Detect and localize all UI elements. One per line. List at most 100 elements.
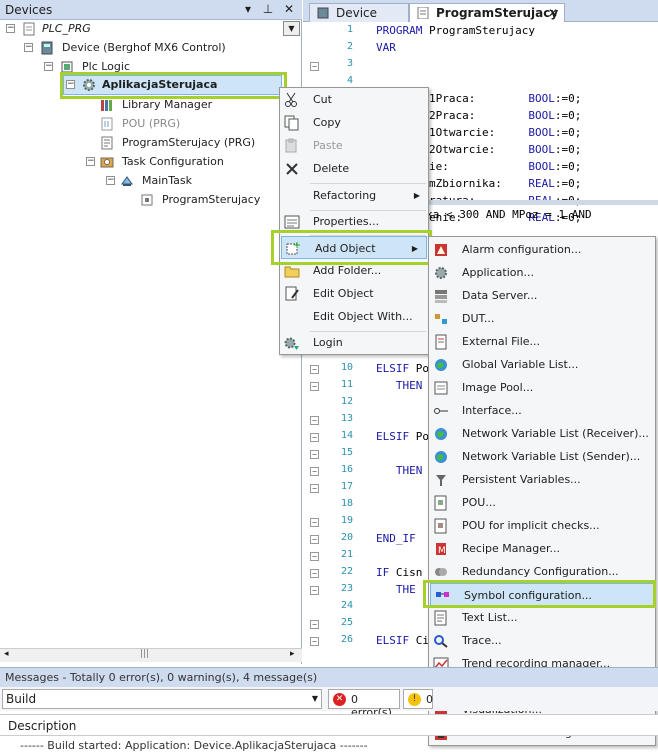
errors-filter-button[interactable]: ✕ 0 error(s) bbox=[328, 689, 400, 719]
fold-toggle-icon[interactable]: − bbox=[310, 535, 319, 544]
menu-label: Text List... bbox=[462, 611, 518, 624]
tree-item-program-call[interactable]: ProgramSterujacy bbox=[140, 191, 290, 209]
warning-icon: ! bbox=[408, 693, 421, 706]
tree-item-device[interactable]: − Device (Berghof MX6 Control) bbox=[22, 39, 282, 57]
messages-column-header: Description bbox=[0, 714, 658, 736]
tab-device[interactable]: Device bbox=[309, 3, 409, 22]
menu-label: Global Variable List... bbox=[462, 358, 579, 371]
program-icon bbox=[100, 136, 114, 150]
submenu-item-data-server[interactable]: Data Server... bbox=[429, 284, 655, 307]
properties-icon bbox=[284, 214, 300, 230]
context-menu: Cut Copy Paste Delete Refactoring ▶ Prop… bbox=[279, 87, 429, 355]
tree-item-main-task[interactable]: − MainTask bbox=[104, 172, 284, 190]
fold-toggle-icon[interactable]: − bbox=[310, 382, 319, 391]
menu-label: Network Variable List (Sender)... bbox=[462, 450, 641, 463]
tree-label: ProgramSterujacy (PRG) bbox=[122, 136, 256, 149]
message-category-select[interactable]: Build ▼ bbox=[2, 689, 322, 709]
highlight-frame-application bbox=[60, 72, 287, 99]
persistent-icon bbox=[433, 472, 449, 488]
scroll-right-icon[interactable]: ▸ bbox=[290, 649, 295, 659]
menu-label: Recipe Manager... bbox=[462, 542, 560, 555]
menu-item-delete[interactable]: Delete bbox=[280, 157, 428, 180]
scroll-left-icon[interactable]: ◂ bbox=[4, 649, 9, 659]
fold-toggle-icon[interactable]: − bbox=[310, 637, 319, 646]
tree-item-plc-prg[interactable]: − PLC_PRG bbox=[4, 20, 264, 38]
menu-label: Persistent Variables... bbox=[462, 473, 581, 486]
line-number: 18 bbox=[340, 498, 353, 509]
submenu-item-image-pool[interactable]: Image Pool... bbox=[429, 376, 655, 399]
submenu-item-alarm-configuration[interactable]: Alarm configuration... bbox=[429, 238, 655, 261]
fold-toggle-icon[interactable]: − bbox=[310, 450, 319, 459]
menu-item-cut[interactable]: Cut bbox=[280, 88, 428, 111]
recipe-icon: M bbox=[433, 541, 449, 557]
redundancy-icon bbox=[433, 564, 449, 580]
fold-toggle-icon[interactable]: − bbox=[310, 620, 319, 629]
devices-horizontal-scrollbar[interactable]: ◂ ||| ▸ bbox=[0, 648, 302, 662]
devices-panel-title-bar: Devices ▾ ⊥ ✕ bbox=[0, 0, 302, 20]
dropdown-arrow-icon[interactable]: ▾ bbox=[241, 2, 255, 16]
tree-label: Library Manager bbox=[122, 98, 213, 111]
scroll-grip-icon[interactable]: ||| bbox=[140, 649, 149, 659]
menu-item-refactoring[interactable]: Refactoring ▶ bbox=[280, 184, 428, 207]
menu-label: Paste bbox=[313, 139, 343, 152]
warnings-filter-button[interactable]: ! 0 bbox=[403, 689, 433, 709]
pin-icon[interactable]: ⊥ bbox=[261, 2, 275, 16]
tree-item-library-manager[interactable]: Library Manager bbox=[100, 96, 280, 114]
messages-title-bar: Messages - Totally 0 error(s), 0 warning… bbox=[0, 667, 658, 687]
submenu-item-dut[interactable]: DUT... bbox=[429, 307, 655, 330]
submenu-item-trace[interactable]: Trace... bbox=[429, 629, 655, 652]
code-line: THEN bbox=[395, 379, 423, 392]
menu-item-edit-object[interactable]: Edit Object bbox=[280, 282, 428, 305]
fold-toggle-icon[interactable]: − bbox=[310, 365, 319, 374]
submenu-item-text-list[interactable]: Text List... bbox=[429, 606, 655, 629]
fold-toggle-icon[interactable]: − bbox=[310, 552, 319, 561]
tree-item-program-sterujacy-prg[interactable]: ProgramSterujacy (PRG) bbox=[100, 134, 300, 152]
fold-toggle-icon[interactable]: − bbox=[310, 416, 319, 425]
fold-toggle-icon[interactable]: − bbox=[310, 518, 319, 527]
submenu-item-pou[interactable]: POU... bbox=[429, 491, 655, 514]
submenu-item-persistent-variables[interactable]: Persistent Variables... bbox=[429, 468, 655, 491]
devices-combo-arrow[interactable]: ▼ bbox=[283, 21, 300, 36]
fold-toggle-icon[interactable]: − bbox=[310, 569, 319, 578]
submenu-item-global-variable-list[interactable]: Global Variable List... bbox=[429, 353, 655, 376]
code-line: PROGRAM ProgramSterujacy bbox=[376, 24, 535, 37]
menu-label: Login bbox=[313, 336, 343, 349]
submenu-item-network-variable-list-receiver[interactable]: Network Variable List (Receiver)... bbox=[429, 422, 655, 445]
fold-toggle-icon[interactable]: − bbox=[310, 433, 319, 442]
project-icon bbox=[22, 22, 36, 36]
menu-item-login[interactable]: Login bbox=[280, 331, 428, 354]
tab-program-sterujacy[interactable]: ProgramSterujacy ✕ bbox=[409, 3, 565, 22]
menu-label: Refactoring bbox=[313, 189, 377, 202]
fold-toggle-icon[interactable]: − bbox=[310, 62, 319, 71]
fold-toggle-icon[interactable]: − bbox=[310, 586, 319, 595]
submenu-item-external-file[interactable]: External File... bbox=[429, 330, 655, 353]
submenu-item-network-variable-list-sender[interactable]: Network Variable List (Sender)... bbox=[429, 445, 655, 468]
alarm-icon bbox=[433, 242, 449, 258]
tree-label: Task Configuration bbox=[122, 155, 224, 168]
menu-label: Cut bbox=[313, 93, 332, 106]
tree-item-pou[interactable]: POU (PRG) bbox=[100, 115, 280, 133]
menu-label: Image Pool... bbox=[462, 381, 534, 394]
code-line: ELSIF Ci bbox=[376, 634, 429, 647]
menu-label: Delete bbox=[313, 162, 350, 175]
code-line: ELSIF Po bbox=[376, 362, 429, 375]
menu-label: Application... bbox=[462, 266, 534, 279]
fold-toggle-icon[interactable]: − bbox=[310, 484, 319, 493]
menu-label: Network Variable List (Receiver)... bbox=[462, 427, 649, 440]
tree-item-task-configuration[interactable]: − Task Configuration bbox=[84, 153, 284, 171]
fold-toggle-icon[interactable]: − bbox=[310, 467, 319, 476]
submenu-item-interface[interactable]: Interface... bbox=[429, 399, 655, 422]
line-number: 2 bbox=[346, 41, 353, 52]
close-icon[interactable]: ✕ bbox=[282, 2, 296, 16]
menu-item-edit-object-with[interactable]: Edit Object With... bbox=[280, 305, 428, 328]
menu-label: External File... bbox=[462, 335, 541, 348]
message-row: ------ Build started: Application: Devic… bbox=[20, 739, 368, 752]
close-tab-icon[interactable]: ✕ bbox=[548, 6, 558, 20]
submenu-item-application[interactable]: Application... bbox=[429, 261, 655, 284]
menu-item-copy[interactable]: Copy bbox=[280, 111, 428, 134]
tree-label: PLC_PRG bbox=[42, 22, 91, 35]
submenu-item-pou-for-implicit-checks[interactable]: POU for implicit checks... bbox=[429, 514, 655, 537]
submenu-item-recipe-manager[interactable]: M Recipe Manager... bbox=[429, 537, 655, 560]
device-icon bbox=[40, 41, 54, 55]
code-line: VAR bbox=[376, 41, 396, 54]
